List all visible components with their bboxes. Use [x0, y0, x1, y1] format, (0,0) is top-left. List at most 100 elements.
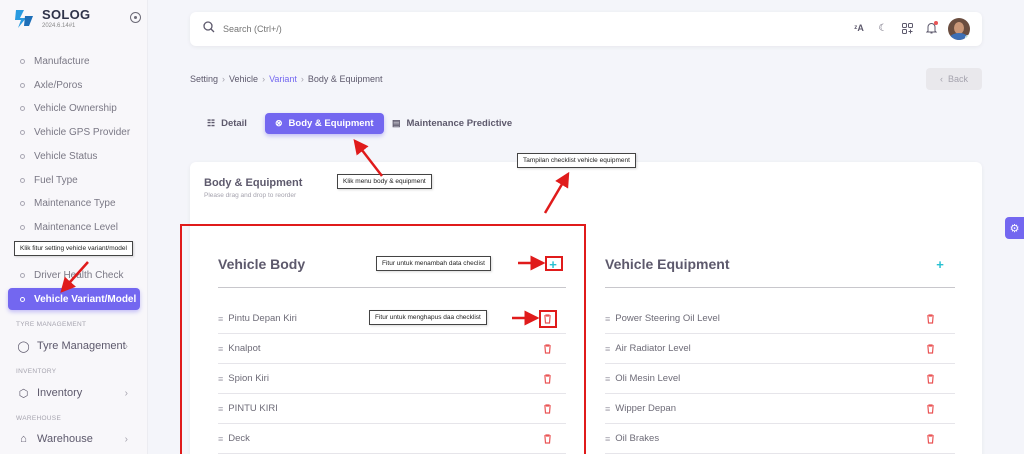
vehicle-equipment-row[interactable]: ≡ Oil Brakes	[605, 424, 955, 454]
circle-icon	[20, 153, 25, 159]
circle-icon	[20, 272, 25, 278]
card-subtitle: Please drag and drop to reorder	[204, 192, 297, 199]
list-icon: ☷	[207, 118, 216, 128]
sidebar-item-label: Maintenance Type	[34, 197, 116, 209]
sidebar-item-label: Maintenance Level	[34, 221, 118, 233]
annotation-delete-hint: Fitur untuk menghapus daa checklist	[369, 310, 487, 325]
vehicle-equipment-row[interactable]: ≡ Power Steering Oil Level	[605, 304, 955, 334]
circle-icon	[20, 129, 25, 135]
back-button-label: Back	[947, 74, 968, 84]
breadcrumb-setting[interactable]: Setting	[190, 74, 218, 84]
annotation-box-delete	[539, 310, 557, 328]
brand-logo	[15, 10, 33, 28]
sidebar-item-fuel-type[interactable]: Fuel Type	[8, 169, 140, 191]
chevron-right-icon: ›	[124, 387, 128, 399]
sidebar-item-axle[interactable]: Axle/Poros	[8, 74, 140, 96]
sidebar-group-label: Inventory	[37, 387, 83, 399]
trash-icon[interactable]	[926, 434, 935, 444]
sidebar-item-maintenance-level[interactable]: Maintenance Level	[8, 216, 140, 238]
drag-handle-icon[interactable]: ≡	[605, 374, 610, 384]
sidebar-group-inventory[interactable]: ⬡ Inventory ›	[8, 383, 140, 403]
apps-icon[interactable]	[900, 21, 914, 35]
sidebar-item-label: Manufacture	[34, 55, 90, 67]
row-label: Oli Mesin Level	[615, 373, 681, 384]
circle-icon	[20, 224, 25, 230]
gear-icon[interactable]: ⚙	[1005, 217, 1024, 239]
search-icon	[203, 21, 215, 33]
trash-icon[interactable]	[926, 374, 935, 384]
add-vehicle-equipment-button[interactable]: +	[934, 257, 946, 272]
tab-label: Body & Equipment	[288, 118, 374, 129]
drag-handle-icon[interactable]: ≡	[605, 314, 610, 324]
circle-x-icon: ⊗	[275, 118, 283, 128]
translate-icon[interactable]: ᶻA	[852, 21, 866, 35]
back-button[interactable]: ‹ Back	[926, 68, 982, 90]
document-icon: ▤	[392, 118, 401, 128]
section-inventory: INVENTORY	[16, 368, 57, 375]
breadcrumb-separator: ›	[300, 74, 304, 84]
brand-version: 2024.6.14#1	[42, 23, 76, 29]
row-label: Power Steering Oil Level	[615, 313, 720, 324]
sidebar-item-manufacture[interactable]: Manufacture	[8, 50, 140, 72]
sidebar-group-tyre-management[interactable]: ◯ Tyre Management ›	[8, 336, 140, 356]
tab-maintenance-predictive[interactable]: ▤ Maintenance Predictive	[382, 113, 522, 134]
card-title: Body & Equipment	[204, 177, 303, 189]
sidebar-group-warehouse[interactable]: ⌂ Warehouse ›	[8, 429, 140, 449]
chevron-right-icon: ›	[124, 340, 128, 352]
row-label: Oil Brakes	[615, 433, 660, 444]
circle-icon	[20, 58, 25, 64]
breadcrumb-variant[interactable]: Variant	[269, 74, 297, 84]
section-warehouse: WAREHOUSE	[16, 415, 62, 422]
tab-label: Detail	[221, 118, 247, 129]
sidebar-item-label: Fuel Type	[34, 174, 78, 186]
circle-icon	[20, 177, 25, 183]
sidebar-item-maintenance-type[interactable]: Maintenance Type	[8, 192, 140, 214]
sidebar-item-vehicle-gps-provider[interactable]: Vehicle GPS Provider	[8, 121, 140, 143]
sidebar: SOLOG 2024.6.14#1 Manufacture Axle/Poros…	[0, 0, 148, 454]
trash-icon[interactable]	[926, 404, 935, 414]
tab-body-equipment[interactable]: ⊗ Body & Equipment	[265, 113, 384, 134]
drag-handle-icon[interactable]: ≡	[605, 404, 610, 414]
annotation-checklist-hint: Tampilan checklist vehicle equipment	[517, 153, 636, 168]
trash-icon[interactable]	[926, 314, 935, 324]
divider	[605, 287, 955, 288]
annotation-box-add	[545, 256, 563, 271]
tab-detail[interactable]: ☷ Detail	[197, 113, 257, 134]
tab-label: Maintenance Predictive	[406, 118, 513, 129]
avatar[interactable]	[948, 18, 970, 40]
circle-icon	[20, 296, 25, 302]
breadcrumb-vehicle[interactable]: Vehicle	[229, 74, 258, 84]
annotation-add-hint: Fitur untuk menambah data checlist	[376, 256, 491, 271]
annotation-tab-hint: Klik menu body & equipment	[337, 174, 432, 189]
notification-dot	[934, 21, 938, 25]
sidebar-item-label: Vehicle Variant/Model	[34, 293, 137, 305]
search-input[interactable]	[223, 21, 423, 37]
circle-icon	[20, 105, 25, 111]
online-indicator	[965, 35, 970, 40]
trash-icon[interactable]	[926, 344, 935, 354]
sidebar-item-vehicle-ownership[interactable]: Vehicle Ownership	[8, 97, 140, 119]
warehouse-icon: ⌂	[20, 433, 27, 445]
drag-handle-icon[interactable]: ≡	[605, 344, 610, 354]
breadcrumb: Setting › Vehicle › Variant › Body & Equ…	[190, 74, 382, 84]
breadcrumb-separator: ›	[222, 74, 226, 84]
moon-icon[interactable]: ☾	[876, 21, 890, 35]
annotation-sidebar-hint: Klik fitur setting vehicle variant/model	[14, 241, 133, 256]
sidebar-item-driver-health-check[interactable]: Driver Health Check	[8, 264, 140, 286]
sidebar-item-vehicle-variant-model[interactable]: Vehicle Variant/Model	[8, 288, 140, 310]
box-icon: ⬡	[18, 387, 29, 400]
sidebar-group-label: Tyre Management	[37, 340, 126, 352]
sidebar-item-label: Vehicle Ownership	[34, 102, 117, 114]
drag-handle-icon[interactable]: ≡	[605, 434, 610, 444]
sidebar-item-label: Driver Health Check	[34, 269, 124, 281]
row-label: Wipper Depan	[615, 403, 676, 414]
vehicle-equipment-row[interactable]: ≡ Wipper Depan	[605, 394, 955, 424]
brand[interactable]: SOLOG 2024.6.14#1	[12, 6, 90, 30]
vehicle-equipment-row[interactable]: ≡ Oli Mesin Level	[605, 364, 955, 394]
vehicle-equipment-row[interactable]: ≡ Air Radiator Level	[605, 334, 955, 364]
sidebar-item-vehicle-status[interactable]: Vehicle Status	[8, 145, 140, 167]
collapse-sidebar-icon[interactable]	[130, 12, 141, 23]
sidebar-group-label: Warehouse	[37, 433, 93, 445]
circle-icon	[20, 82, 25, 88]
sidebar-item-label: Vehicle GPS Provider	[34, 126, 131, 138]
